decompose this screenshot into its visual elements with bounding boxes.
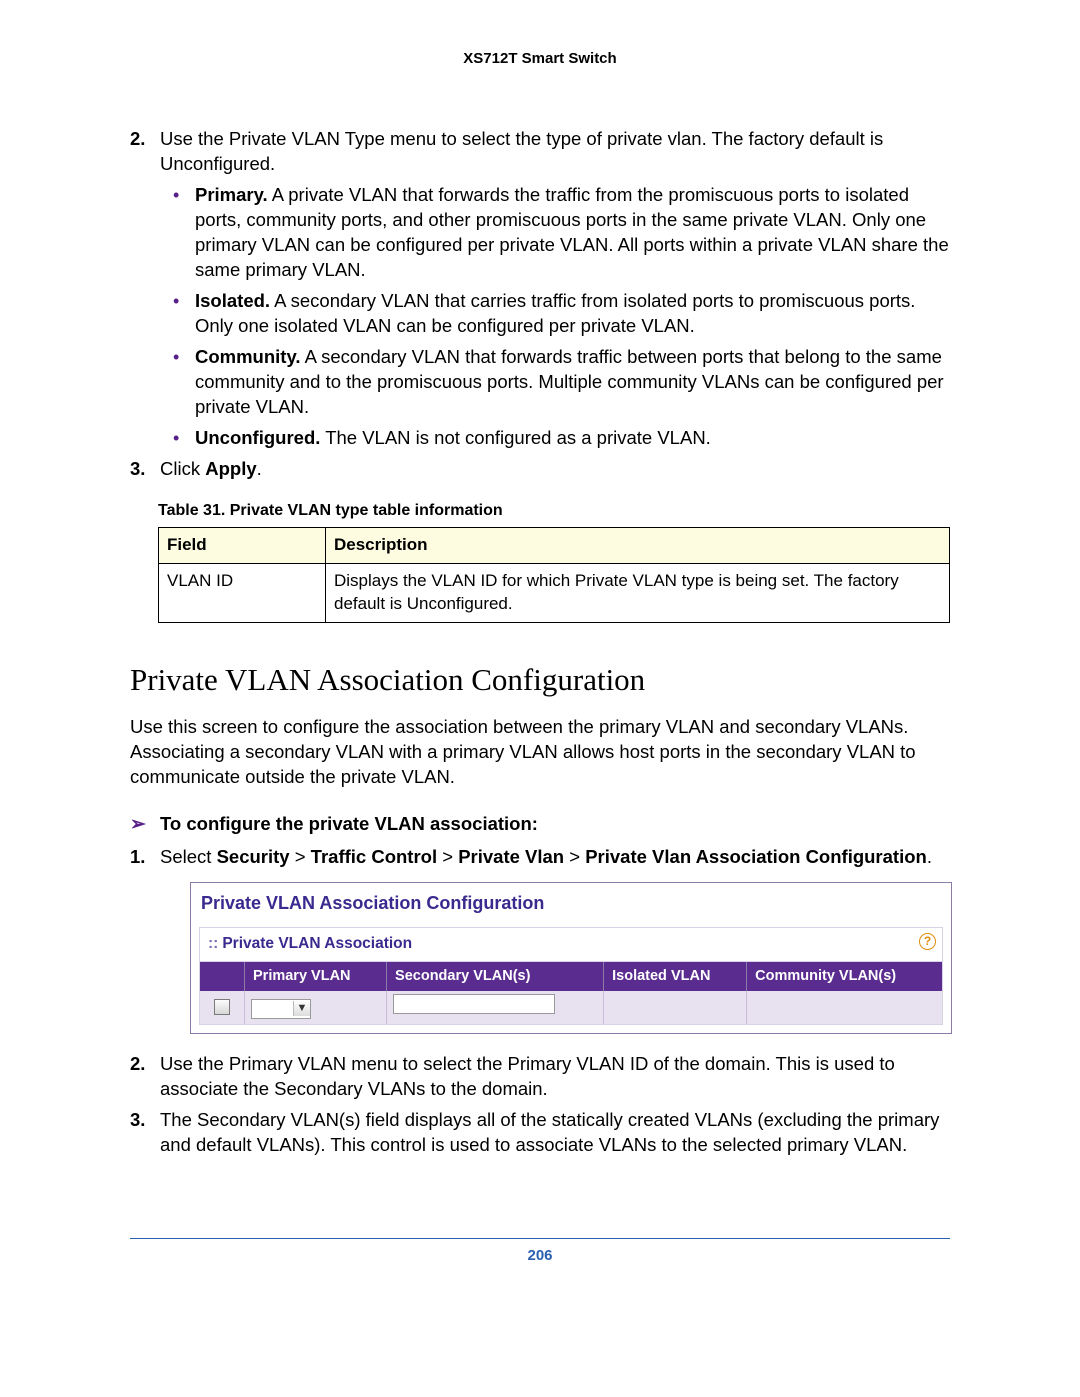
table-row: ▼ <box>200 991 942 1024</box>
proc-step-3: 3. The Secondary VLAN(s) field displays … <box>160 1108 950 1158</box>
secondary-vlans-input[interactable] <box>393 994 555 1014</box>
association-table: Primary VLAN Secondary VLAN(s) Isolated … <box>200 962 942 1024</box>
th-checkbox <box>200 962 245 992</box>
step-number: 2. <box>130 1052 145 1077</box>
bullet-primary: Primary. A private VLAN that forwards th… <box>195 183 950 283</box>
chevron-down-icon: ▼ <box>293 1001 310 1016</box>
row-checkbox[interactable] <box>214 999 230 1015</box>
panel-title: Private VLAN Association Configuration <box>191 883 951 923</box>
help-icon[interactable]: ? <box>919 933 936 950</box>
isolated-vlan-cell <box>604 991 747 1024</box>
step-text: Use the Private VLAN Type menu to select… <box>160 128 883 174</box>
step-number: 2. <box>130 127 145 152</box>
step-2: 2. Use the Private VLAN Type menu to sel… <box>160 127 950 451</box>
footer-rule <box>130 1238 950 1239</box>
vlan-type-list: Primary. A private VLAN that forwards th… <box>160 183 950 451</box>
cell-desc: Displays the VLAN ID for which Private V… <box>326 564 950 623</box>
th-community-vlans: Community VLAN(s) <box>747 962 942 992</box>
proc-step-1: 1. Select Security > Traffic Control > P… <box>160 845 950 1035</box>
subpanel: ::Private VLAN Association ? Primary VLA… <box>199 927 943 1025</box>
section-heading: Private VLAN Association Configuration <box>130 659 950 701</box>
th-isolated-vlan: Isolated VLAN <box>604 962 747 992</box>
bullet-community: Community. A secondary VLAN that forward… <box>195 345 950 420</box>
community-vlans-cell <box>747 991 942 1024</box>
th-primary-vlan: Primary VLAN <box>245 962 387 992</box>
step-3: 3. Click Apply. <box>160 457 950 482</box>
th-field: Field <box>159 528 326 564</box>
ui-panel: Private VLAN Association Configuration :… <box>190 882 952 1035</box>
document-header: XS712T Smart Switch <box>130 50 950 67</box>
bullet-isolated: Isolated. A secondary VLAN that carries … <box>195 289 950 339</box>
proc-step-2: 2. Use the Primary VLAN menu to select t… <box>160 1052 950 1102</box>
private-vlan-type-table: Field Description VLAN ID Displays the V… <box>158 527 950 623</box>
page-number: 206 <box>130 1247 950 1264</box>
subpanel-header: ::Private VLAN Association ? <box>200 928 942 962</box>
step-number: 1. <box>130 845 145 870</box>
step-number: 3. <box>130 1108 145 1133</box>
th-secondary-vlans: Secondary VLAN(s) <box>387 962 604 992</box>
table-row: VLAN ID Displays the VLAN ID for which P… <box>159 564 950 623</box>
primary-vlan-select[interactable]: ▼ <box>251 999 311 1019</box>
th-description: Description <box>326 528 950 564</box>
step-number: 3. <box>130 457 145 482</box>
section-intro: Use this screen to configure the associa… <box>130 715 950 790</box>
procedure-heading: ➢ To configure the private VLAN associat… <box>130 812 950 837</box>
table-caption: Table 31. Private VLAN type table inform… <box>158 500 950 522</box>
arrow-icon: ➢ <box>130 812 146 838</box>
bullet-unconfigured: Unconfigured. The VLAN is not configured… <box>195 426 950 451</box>
cell-field: VLAN ID <box>159 564 326 623</box>
